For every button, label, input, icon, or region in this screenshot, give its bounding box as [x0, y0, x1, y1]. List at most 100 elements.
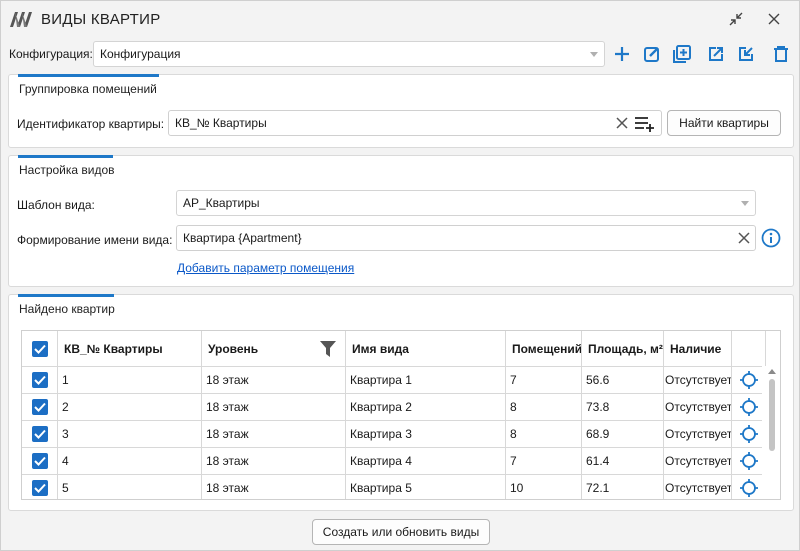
row-checkbox[interactable]: [31, 453, 48, 469]
row-checkbox[interactable]: [31, 480, 48, 496]
duplicate-icon: [673, 45, 691, 63]
close-icon: [768, 13, 780, 25]
duplicate-config-button[interactable]: [671, 43, 693, 65]
export-icon: [709, 47, 723, 61]
clear-view-name-button[interactable]: [736, 230, 752, 246]
cell-view-name: Квартира 4: [346, 448, 506, 474]
row-select-cell: [22, 448, 58, 474]
cell-apartment-number: 5: [58, 475, 202, 499]
select-all-checkbox[interactable]: [31, 340, 48, 357]
cell-view-name: Квартира 1: [346, 367, 506, 393]
edit-icon: [644, 47, 659, 62]
config-label: Конфигурация:: [9, 47, 93, 61]
table-scrollbar[interactable]: [764, 367, 780, 499]
cell-apartment-number: 1: [58, 367, 202, 393]
chevron-down-icon: [741, 201, 749, 206]
table-row[interactable]: 3 18 этаж Квартира 3 8 68.9 Отсутствует: [22, 421, 766, 448]
config-select[interactable]: Конфигурация: [93, 41, 605, 67]
cell-room-count: 7: [506, 448, 582, 474]
collapse-button[interactable]: [725, 8, 747, 30]
cell-availability: Отсутствует: [664, 367, 732, 393]
add-room-parameter-link[interactable]: Добавить параметр помещения: [177, 261, 354, 275]
grouping-title: Группировка помещений: [19, 82, 157, 96]
row-select-cell: [22, 421, 58, 447]
close-button[interactable]: [763, 8, 785, 30]
view-name-value: Квартира {Apartment}: [183, 231, 302, 245]
cell-area: 68.9: [582, 421, 664, 447]
cell-view-name: Квартира 3: [346, 421, 506, 447]
import-config-button[interactable]: [735, 43, 757, 65]
import-icon: [739, 47, 753, 61]
table-row[interactable]: 1 18 этаж Квартира 1 7 56.6 Отсутствует: [22, 367, 766, 394]
filter-icon[interactable]: [320, 340, 336, 358]
cell-level: 18 этаж: [202, 475, 346, 499]
cell-view-name: Квартира 5: [346, 475, 506, 499]
found-title: Найдено квартир: [19, 302, 115, 316]
cell-apartment-number: 2: [58, 394, 202, 420]
check-icon: [33, 402, 46, 412]
header-apartment-number[interactable]: КВ_№ Квартиры: [58, 331, 202, 366]
row-select-cell: [22, 367, 58, 393]
header-level[interactable]: Уровень: [202, 331, 346, 366]
cell-room-count: 8: [506, 421, 582, 447]
cell-area: 61.4: [582, 448, 664, 474]
row-checkbox[interactable]: [31, 372, 48, 388]
add-config-button[interactable]: [611, 43, 633, 65]
scroll-up-arrow[interactable]: [768, 369, 776, 374]
view-template-select[interactable]: АР_Квартиры: [176, 190, 756, 216]
view-name-label: Формирование имени вида:: [17, 233, 173, 247]
panel-accent: [18, 74, 159, 77]
views-title: Настройка видов: [19, 163, 115, 177]
select-parameter-button[interactable]: [633, 113, 657, 133]
apartment-id-field[interactable]: КВ_№ Квартиры: [168, 110, 662, 136]
cell-room-count: 10: [506, 475, 582, 499]
title-bar: ВИДЫ КВАРТИР: [1, 1, 799, 37]
window-title: ВИДЫ КВАРТИР: [41, 11, 161, 28]
locate-icon[interactable]: [739, 451, 759, 471]
check-icon: [33, 344, 46, 354]
clear-id-button[interactable]: [614, 115, 630, 131]
header-area[interactable]: Площадь, м²: [582, 331, 664, 366]
export-config-button[interactable]: [705, 43, 727, 65]
cell-room-count: 8: [506, 394, 582, 420]
header-view-name[interactable]: Имя вида: [346, 331, 506, 366]
table-row[interactable]: 4 18 этаж Квартира 4 7 61.4 Отсутствует: [22, 448, 766, 475]
cell-locate: [732, 421, 766, 447]
found-panel: Найдено квартир КВ_№ Квартиры Уровень Им…: [8, 294, 794, 511]
cell-locate: [732, 448, 766, 474]
delete-config-button[interactable]: [770, 43, 792, 65]
check-icon: [33, 429, 46, 439]
apartment-id-value: КВ_№ Квартиры: [175, 116, 267, 130]
row-checkbox[interactable]: [31, 399, 48, 415]
list-add-icon: [635, 117, 654, 132]
cell-area: 73.8: [582, 394, 664, 420]
cell-locate: [732, 367, 766, 393]
view-name-field[interactable]: Квартира {Apartment}: [176, 225, 756, 251]
cell-area: 56.6: [582, 367, 664, 393]
apartment-id-label: Идентификатор квартиры:: [17, 117, 165, 131]
create-update-views-button[interactable]: Создать или обновить виды: [312, 519, 490, 545]
cell-apartment-number: 3: [58, 421, 202, 447]
locate-icon[interactable]: [739, 370, 759, 390]
locate-icon[interactable]: [739, 424, 759, 444]
cell-locate: [732, 475, 766, 499]
header-availability[interactable]: Наличие: [664, 331, 732, 366]
select-all-cell: [22, 331, 58, 366]
info-button[interactable]: [760, 227, 782, 249]
scroll-thumb[interactable]: [769, 379, 775, 451]
view-template-value: АР_Квартиры: [183, 196, 260, 210]
locate-icon[interactable]: [739, 478, 759, 498]
cell-level: 18 этаж: [202, 421, 346, 447]
cell-area: 72.1: [582, 475, 664, 499]
panel-accent: [18, 155, 113, 158]
row-checkbox[interactable]: [31, 426, 48, 442]
locate-icon[interactable]: [739, 397, 759, 417]
find-apartments-button[interactable]: Найти квартиры: [667, 110, 781, 136]
table-row[interactable]: 2 18 этаж Квартира 2 8 73.8 Отсутствует: [22, 394, 766, 421]
cell-level: 18 этаж: [202, 448, 346, 474]
header-room-count[interactable]: Помещений: [506, 331, 582, 366]
edit-config-button[interactable]: [641, 43, 663, 65]
plus-icon: [615, 47, 629, 61]
table-row[interactable]: 5 18 этаж Квартира 5 10 72.1 Отсутствует: [22, 475, 766, 499]
info-icon: [761, 228, 781, 248]
